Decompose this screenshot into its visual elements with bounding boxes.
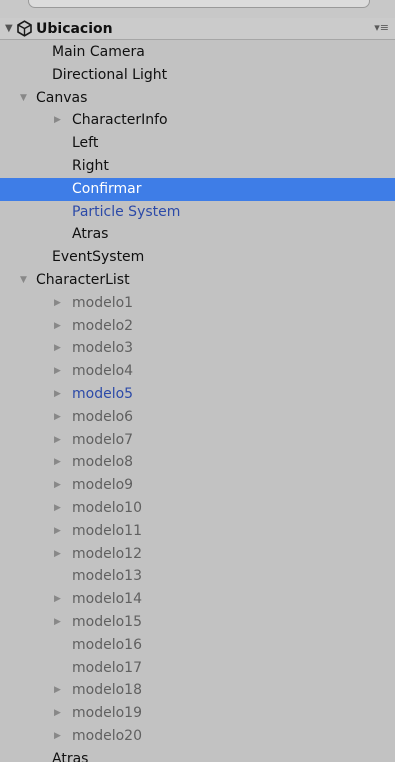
expand-arrow-icon[interactable]: ▶ bbox=[54, 365, 61, 377]
hierarchy-row[interactable]: ▶ modelo5 bbox=[0, 383, 395, 406]
search-strip bbox=[0, 0, 395, 19]
scene-header[interactable]: ▼ Ubicacion ▾≡ bbox=[0, 18, 395, 40]
hierarchy-row[interactable]: Particle System bbox=[0, 201, 395, 224]
expand-arrow-icon[interactable]: ▶ bbox=[54, 502, 61, 514]
hierarchy-row[interactable]: Main Camera bbox=[0, 41, 395, 64]
row-label: modelo3 bbox=[72, 340, 134, 357]
hierarchy-row[interactable]: Right bbox=[0, 155, 395, 178]
row-label: Directional Light bbox=[52, 66, 168, 83]
expand-arrow-icon[interactable]: ▶ bbox=[54, 525, 61, 537]
expand-arrow-icon[interactable]: ▶ bbox=[54, 593, 61, 605]
expand-arrow-icon[interactable]: ▶ bbox=[54, 342, 61, 354]
hierarchy-row[interactable]: ▶ modelo15 bbox=[0, 611, 395, 634]
hierarchy-row[interactable]: Left bbox=[0, 132, 395, 155]
hierarchy-row[interactable]: modelo17 bbox=[0, 657, 395, 680]
hierarchy-tree: Main Camera Directional Light ▼ Canvas ▶ Char… bbox=[0, 41, 395, 762]
expand-arrow-icon[interactable]: ▶ bbox=[54, 730, 61, 742]
row-label: modelo2 bbox=[72, 317, 134, 334]
expand-arrow-icon[interactable]: ▶ bbox=[54, 114, 61, 126]
row-label: modelo14 bbox=[72, 591, 142, 608]
hierarchy-row[interactable]: ▶ modelo6 bbox=[0, 406, 395, 429]
hierarchy-row[interactable]: Atras bbox=[0, 223, 395, 246]
hierarchy-row[interactable]: ▶ modelo18 bbox=[0, 679, 395, 702]
hierarchy-row[interactable]: Atras bbox=[0, 748, 395, 762]
row-label: modelo19 bbox=[72, 705, 142, 722]
expand-arrow-icon[interactable]: ▶ bbox=[54, 479, 61, 491]
row-label: Canvas bbox=[36, 89, 88, 106]
hierarchy-row[interactable]: ▶ modelo7 bbox=[0, 429, 395, 452]
row-label: modelo9 bbox=[72, 477, 134, 494]
expand-arrow-icon[interactable]: ▶ bbox=[54, 548, 61, 560]
row-label: modelo4 bbox=[72, 363, 134, 380]
hierarchy-row[interactable]: ▶ modelo8 bbox=[0, 451, 395, 474]
unity-scene-icon bbox=[17, 20, 32, 37]
expand-arrow-icon[interactable]: ▶ bbox=[54, 456, 61, 468]
row-label: modelo12 bbox=[72, 545, 142, 562]
hierarchy-row[interactable]: ▼ CharacterList bbox=[0, 269, 395, 292]
row-label: Particle System bbox=[72, 203, 181, 220]
row-label: modelo6 bbox=[72, 408, 134, 425]
hierarchy-row[interactable]: modelo16 bbox=[0, 634, 395, 657]
row-label: Right bbox=[72, 157, 109, 174]
row-label: EventSystem bbox=[52, 249, 145, 266]
hierarchy-row[interactable]: modelo13 bbox=[0, 565, 395, 588]
hierarchy-row[interactable]: EventSystem bbox=[0, 246, 395, 269]
expand-arrow-icon[interactable]: ▶ bbox=[54, 388, 61, 400]
hierarchy-row[interactable]: ▶ CharacterInfo bbox=[0, 109, 395, 132]
row-label: modelo13 bbox=[72, 568, 142, 585]
row-label: modelo11 bbox=[72, 522, 142, 539]
row-label: Confirmar bbox=[72, 180, 142, 197]
expand-arrow-icon[interactable]: ▶ bbox=[54, 616, 61, 628]
expand-arrow-icon[interactable]: ▶ bbox=[54, 684, 61, 696]
hierarchy-row[interactable]: ▶ modelo10 bbox=[0, 497, 395, 520]
row-label: Main Camera bbox=[52, 44, 145, 60]
row-label: modelo5 bbox=[72, 385, 134, 402]
row-label: modelo7 bbox=[72, 431, 134, 448]
search-field[interactable] bbox=[28, 0, 370, 8]
expand-arrow-icon[interactable]: ▶ bbox=[54, 707, 61, 719]
row-label: Atras bbox=[72, 226, 109, 243]
scene-menu-icon[interactable]: ▾≡ bbox=[374, 21, 389, 35]
row-label: Left bbox=[72, 135, 99, 152]
hierarchy-row[interactable]: Confirmar bbox=[0, 177, 395, 201]
hierarchy-row[interactable]: ▶ modelo1 bbox=[0, 292, 395, 315]
row-label: Atras bbox=[52, 750, 89, 762]
row-label: modelo1 bbox=[72, 294, 134, 311]
hierarchy-row[interactable]: ▼ Canvas bbox=[0, 87, 395, 110]
hierarchy-row[interactable]: ▶ modelo20 bbox=[0, 725, 395, 748]
hierarchy-row[interactable]: Directional Light bbox=[0, 64, 395, 87]
row-label: modelo15 bbox=[72, 613, 142, 630]
hierarchy-row[interactable]: ▶ modelo11 bbox=[0, 520, 395, 543]
hierarchy-row[interactable]: ▶ modelo9 bbox=[0, 474, 395, 497]
row-label: CharacterList bbox=[36, 271, 130, 288]
row-label: modelo17 bbox=[72, 659, 142, 676]
row-label: modelo18 bbox=[72, 682, 142, 699]
hierarchy-panel: ▼ Ubicacion ▾≡ Main Camera Directional Li… bbox=[0, 0, 395, 762]
scene-expand-icon[interactable]: ▼ bbox=[5, 22, 13, 36]
row-label: modelo20 bbox=[72, 727, 142, 744]
collapse-arrow-icon[interactable]: ▼ bbox=[20, 274, 27, 286]
hierarchy-row[interactable]: ▶ modelo12 bbox=[0, 543, 395, 566]
hierarchy-row[interactable]: ▶ modelo3 bbox=[0, 337, 395, 360]
row-label: modelo16 bbox=[72, 636, 142, 653]
expand-arrow-icon[interactable]: ▶ bbox=[54, 411, 61, 423]
row-label: modelo8 bbox=[72, 454, 134, 471]
row-label: modelo10 bbox=[72, 499, 142, 516]
expand-arrow-icon[interactable]: ▶ bbox=[54, 434, 61, 446]
collapse-arrow-icon[interactable]: ▼ bbox=[20, 92, 27, 104]
hierarchy-row[interactable]: ▶ modelo2 bbox=[0, 315, 395, 338]
hierarchy-row[interactable]: ▶ modelo14 bbox=[0, 588, 395, 611]
row-label: CharacterInfo bbox=[72, 112, 168, 129]
expand-arrow-icon[interactable]: ▶ bbox=[54, 320, 61, 332]
expand-arrow-icon[interactable]: ▶ bbox=[54, 297, 61, 309]
hierarchy-row[interactable]: ▶ modelo19 bbox=[0, 702, 395, 725]
scene-name: Ubicacion bbox=[36, 21, 113, 37]
hierarchy-row[interactable]: ▶ modelo4 bbox=[0, 360, 395, 383]
